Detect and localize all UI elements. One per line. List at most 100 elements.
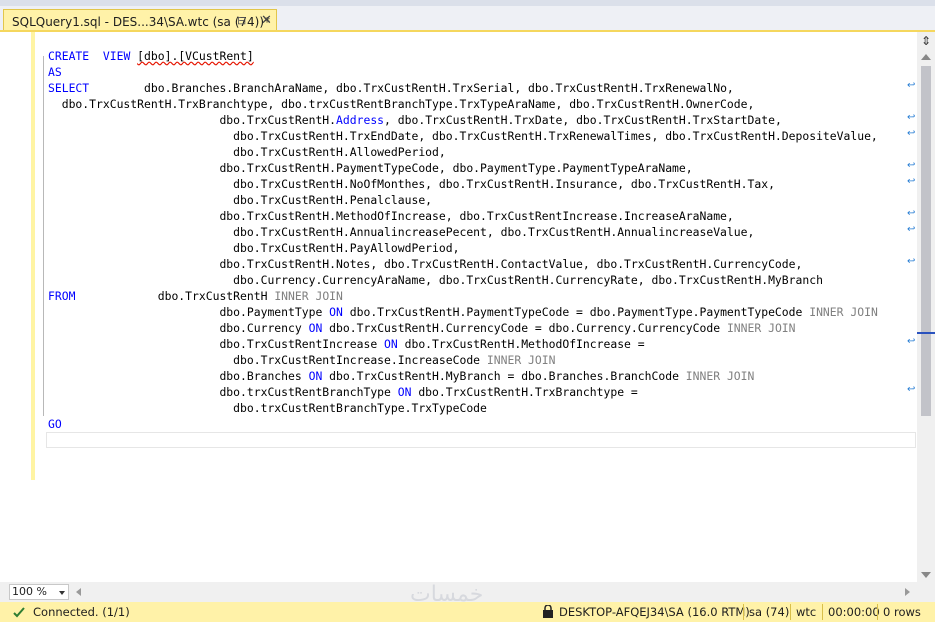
vertical-scrollbar[interactable]: ⇕ (917, 32, 935, 582)
code-text: dbo.PaymentType (48, 305, 330, 319)
query-editor[interactable]: CREATE VIEW [dbo].[VCustRent] AS SELECT … (0, 32, 917, 582)
code-line: dbo.Branches ON dbo.TrxCustRentH.MyBranc… (48, 369, 754, 383)
keyword-go: GO (48, 417, 62, 431)
code-line: dbo.TrxCustRentH.TrxEndDate, dbo.TrxCust… (48, 129, 878, 143)
word-wrap-icon: ↩ (907, 384, 916, 395)
code-text: dbo.Branches.BranchAraName, dbo.TrxCustR… (89, 81, 734, 95)
word-wrap-icon: ↩ (907, 176, 916, 187)
close-icon[interactable]: ✕ (261, 13, 272, 28)
pin-icon[interactable]: ⊟ (237, 14, 246, 27)
keyword-on: ON (308, 321, 323, 335)
word-wrap-icon: ↩ (907, 208, 916, 219)
zoom-value: 100 % (12, 585, 47, 598)
row-count: 0 rows (883, 605, 921, 619)
code-text: dbo.Currency.CurrencyAraName, dbo.TrxCus… (48, 273, 823, 287)
word-wrap-icon: ↩ (907, 128, 916, 139)
word-wrap-icon: ↩ (907, 336, 916, 347)
sql-code[interactable]: CREATE VIEW [dbo].[VCustRent] AS SELECT … (48, 48, 878, 432)
code-line: dbo.TrxCustRentH.Notes, dbo.TrxCustRentH… (48, 257, 802, 271)
outline-guide (43, 56, 44, 416)
view-name: [dbo].[VCustRent] (137, 49, 254, 63)
scroll-left-arrow-icon[interactable] (76, 588, 81, 596)
keyword-on: ON (397, 385, 412, 399)
status-separator (822, 604, 823, 620)
code-text: dbo.TrxCustRentH.TrxBranchtype = (411, 385, 638, 399)
connected-icon (13, 607, 25, 618)
code-line: dbo.PaymentType ON dbo.TrxCustRentH.Paym… (48, 305, 878, 319)
status-bar: Connected. (1/1) DESKTOP-AFQEJ34\SA (16.… (0, 602, 935, 622)
split-window-icon[interactable]: ⇕ (919, 34, 933, 48)
editor-left-margin (0, 32, 31, 582)
database-name: wtc (796, 605, 817, 619)
code-line: CREATE VIEW [dbo].[VCustRent] (48, 49, 254, 63)
status-separator (877, 604, 878, 620)
change-tracking-bar (31, 32, 35, 480)
keyword-on: ON (329, 305, 343, 319)
keyword-inner-join: INNER JOIN (274, 289, 343, 303)
current-line-highlight (46, 432, 916, 448)
code-text: dbo.TrxCustRentH.TrxBranchtype, dbo.trxC… (48, 97, 755, 111)
code-text: dbo.TrxCustRentH.TrxEndDate, dbo.TrxCust… (48, 129, 878, 143)
user-session: sa (74) (749, 605, 790, 619)
code-text: dbo.TrxCustRentH. (48, 113, 337, 127)
code-text: dbo.Currency (48, 321, 309, 335)
code-text: dbo.TrxCustRentH.MethodOfIncrease, dbo.T… (48, 209, 734, 223)
code-line: dbo.Currency ON dbo.TrxCustRentH.Currenc… (48, 321, 796, 335)
code-text: dbo.TrxCustRentH.PayAllowdPeriod, (48, 241, 460, 255)
code-line: dbo.TrxCustRentH.Address, dbo.TrxCustRen… (48, 113, 782, 127)
server-name: DESKTOP-AFQEJ34\SA (16.0 RTM) (559, 605, 750, 619)
word-wrap-icon: ↩ (907, 224, 916, 235)
chevron-down-icon (59, 591, 65, 595)
status-separator (790, 604, 791, 620)
keyword-on: ON (384, 337, 398, 351)
code-text: dbo.TrxCustRentIncrease (48, 337, 385, 351)
word-wrap-icon: ↩ (907, 112, 916, 123)
elapsed-time: 00:00:00 (828, 605, 880, 619)
keyword-inner-join: INNER JOIN (809, 305, 878, 319)
code-text: , dbo.TrxCustRentH.TrxDate, dbo.TrxCustR… (384, 113, 782, 127)
scroll-up-arrow-icon[interactable] (921, 54, 931, 60)
code-line: GO (48, 417, 62, 431)
code-text: dbo.trxCustRentBranchType (48, 385, 398, 399)
query-tab-title: SQLQuery1.sql - DES...34\SA.wtc (sa (74)… (12, 14, 271, 29)
scroll-thumb[interactable] (921, 66, 931, 416)
code-text: dbo.TrxCustRentH.PaymentTypeCode, dbo.Pa… (48, 161, 693, 175)
horizontal-scroll-row: 100 % خمسات (0, 582, 935, 607)
keyword-inner-join: INNER JOIN (726, 321, 796, 335)
lock-icon (543, 605, 553, 618)
code-line: dbo.TrxCustRentH.TrxBranchtype, dbo.trxC… (48, 97, 755, 111)
code-text: dbo.TrxCustRentH.MyBranch = dbo.Branches… (322, 369, 686, 383)
code-text: dbo.TrxCustRentH (75, 289, 275, 303)
scroll-right-arrow-icon[interactable] (905, 588, 910, 596)
keyword-inner-join: INNER JOIN (486, 353, 556, 367)
code-text: dbo.TrxCustRentH.CurrencyCode = dbo.Curr… (322, 321, 727, 335)
code-text: dbo.TrxCustRentH.PaymentTypeCode = dbo.P… (342, 305, 810, 319)
code-line: dbo.trxCustRentBranchType.TrxTypeCode (48, 401, 487, 415)
code-line: dbo.TrxCustRentH.AnnualincreasePecent, d… (48, 225, 754, 239)
keyword-from: FROM (48, 289, 76, 303)
document-tab-bar: SQLQuery1.sql - DES...34\SA.wtc (sa (74)… (0, 6, 935, 33)
code-line: dbo.TrxCustRentIncrease ON dbo.TrxCustRe… (48, 337, 644, 351)
zoom-dropdown[interactable]: 100 % (9, 584, 69, 600)
caret-position-marker (917, 332, 935, 334)
connection-status: Connected. (1/1) (33, 605, 130, 619)
code-text: dbo.trxCustRentBranchType.TrxTypeCode (48, 401, 487, 415)
scroll-down-arrow-icon[interactable] (921, 572, 931, 578)
code-line: AS (48, 65, 62, 79)
code-line: dbo.TrxCustRentH.PaymentTypeCode, dbo.Pa… (48, 161, 693, 175)
keyword-create: CREATE (48, 49, 90, 63)
status-separator (743, 604, 744, 620)
code-line: SELECT dbo.Branches.BranchAraName, dbo.T… (48, 81, 734, 95)
code-text: dbo.TrxCustRentH.NoOfMonthes, dbo.TrxCus… (48, 177, 775, 191)
code-text: dbo.Branches (48, 369, 309, 383)
word-wrap-icon: ↩ (907, 160, 916, 171)
code-line: FROM dbo.TrxCustRentH INNER JOIN (48, 289, 343, 303)
keyword-inner-join: INNER JOIN (685, 369, 755, 383)
code-text: dbo.TrxCustRentH.AllowedPeriod, (48, 145, 446, 159)
word-wrap-icon: ↩ (907, 256, 916, 267)
code-line: dbo.TrxCustRentH.AllowedPeriod, (48, 145, 446, 159)
code-line: dbo.TrxCustRentH.MethodOfIncrease, dbo.T… (48, 209, 734, 223)
code-text: dbo.TrxCustRentH.Notes, dbo.TrxCustRentH… (48, 257, 803, 271)
code-line: dbo.TrxCustRentH.NoOfMonthes, dbo.TrxCus… (48, 177, 775, 191)
keyword-select: SELECT (48, 81, 90, 95)
